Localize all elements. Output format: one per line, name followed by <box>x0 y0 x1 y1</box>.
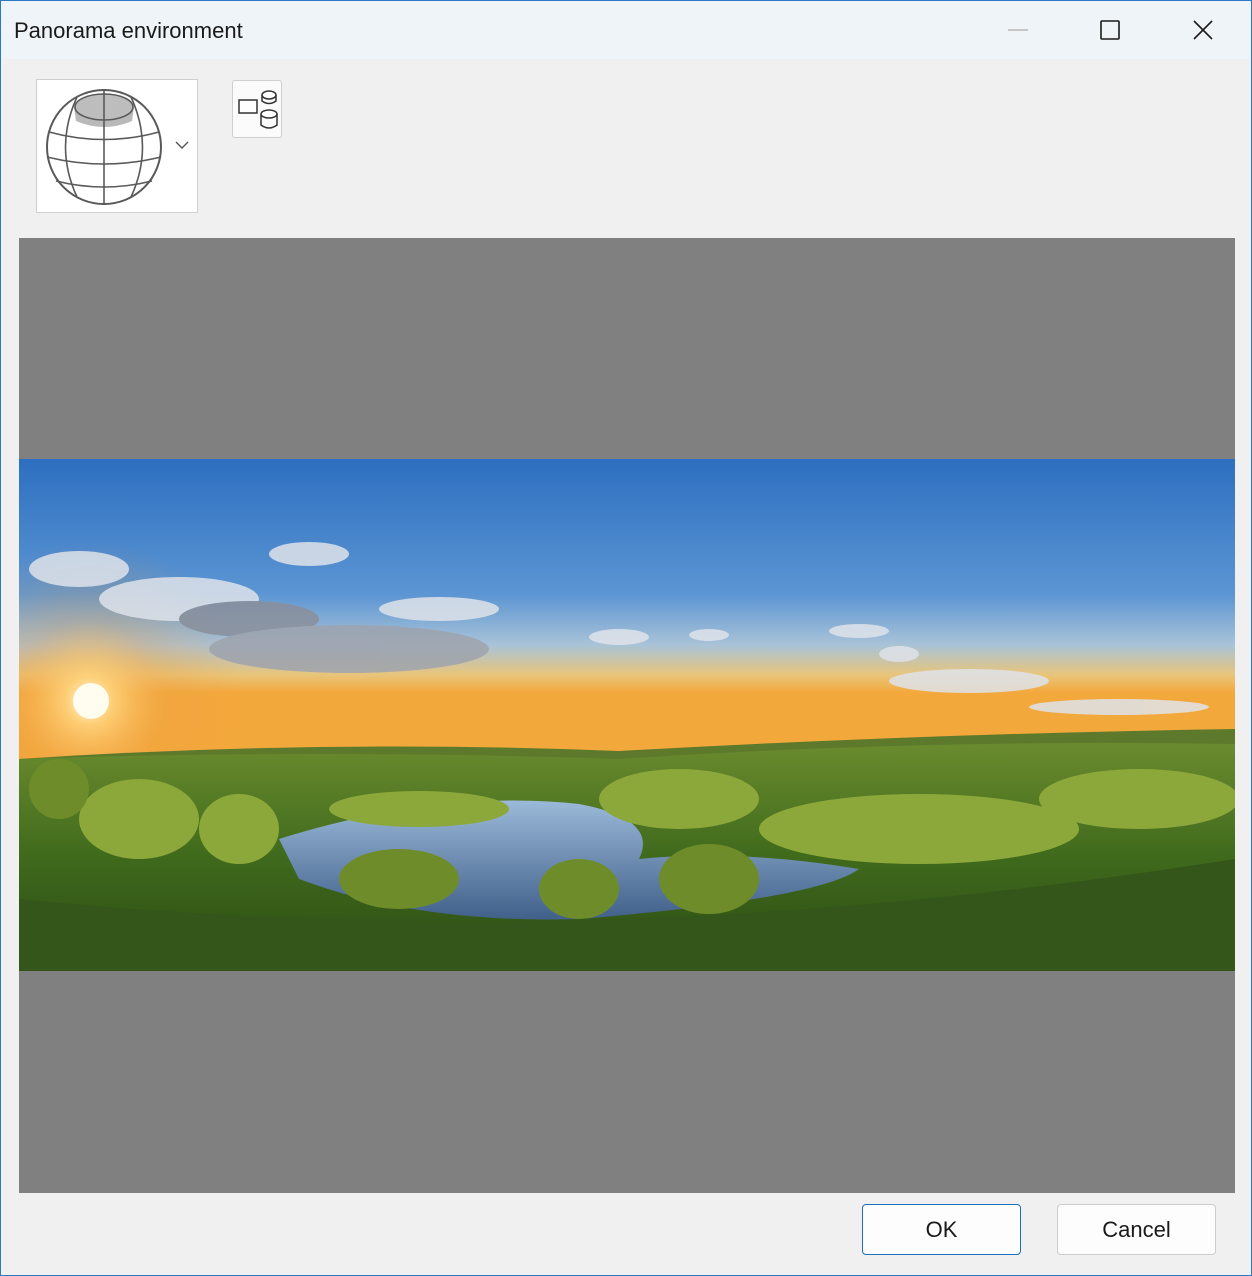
spherical-globe-icon <box>46 89 162 205</box>
panorama-preview[interactable] <box>19 238 1235 1193</box>
maximize-button[interactable] <box>1063 1 1157 59</box>
panorama-landscape-image <box>19 459 1235 971</box>
title-bar[interactable]: Panorama environment <box>1 1 1251 59</box>
maximize-icon <box>1100 20 1120 40</box>
close-button[interactable] <box>1156 1 1250 59</box>
chevron-down-icon <box>175 141 189 149</box>
ok-button[interactable]: OK <box>862 1204 1021 1255</box>
window-title: Panorama environment <box>14 18 243 43</box>
panorama-environment-dialog: Panorama environment OK Cancel <box>0 0 1252 1276</box>
minimize-icon <box>1008 29 1028 31</box>
minimize-button[interactable] <box>971 1 1065 59</box>
object-mapping-icon <box>238 90 278 129</box>
projection-dropdown[interactable] <box>36 79 198 213</box>
cancel-button[interactable]: Cancel <box>1057 1204 1216 1255</box>
object-mapping-button[interactable] <box>232 80 282 138</box>
close-icon <box>1193 20 1213 40</box>
